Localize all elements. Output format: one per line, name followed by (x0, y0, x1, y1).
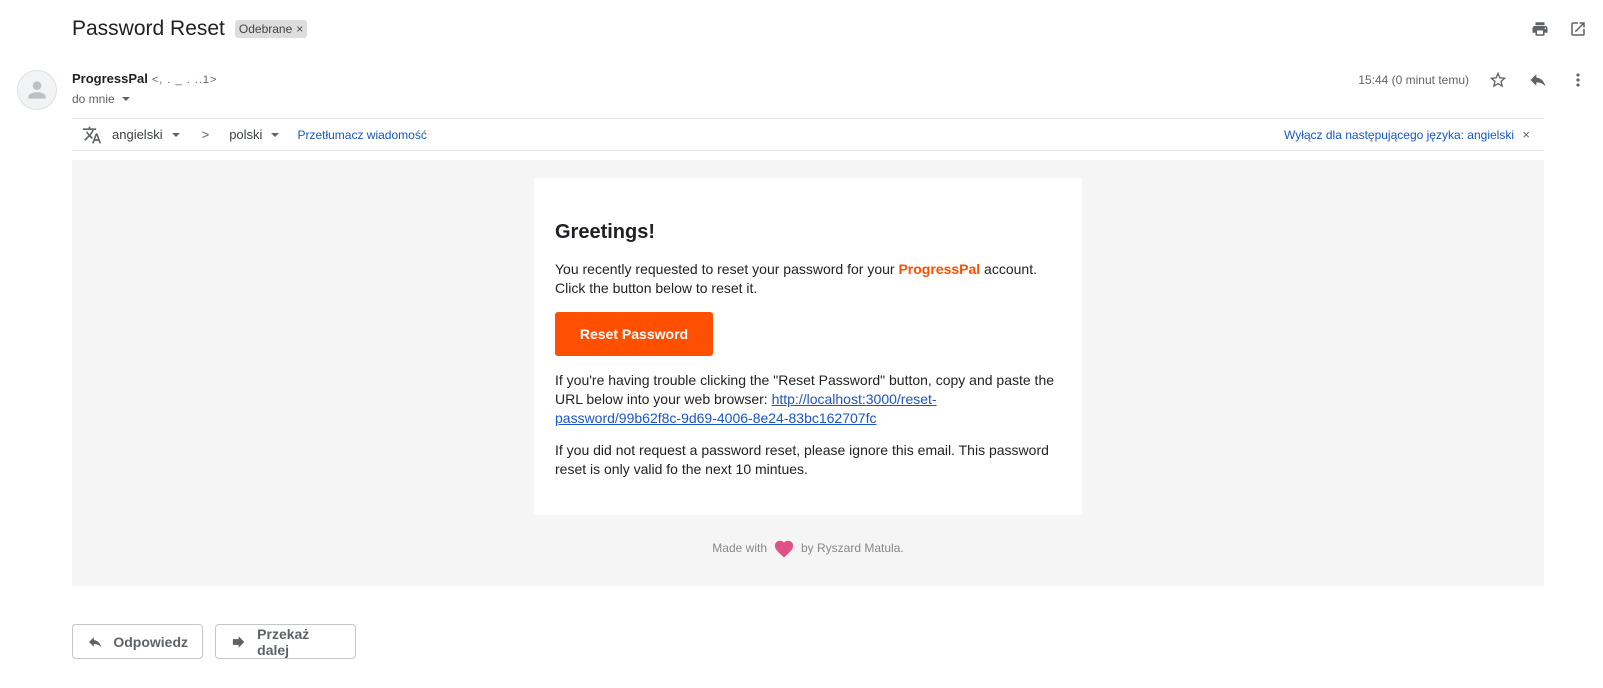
forward-icon (232, 635, 245, 648)
recipient-details-toggle[interactable]: do mnie (72, 92, 217, 106)
disable-translation-link[interactable]: Wyłącz dla następującego języka: angiels… (1284, 128, 1514, 142)
target-language-label: polski (229, 127, 263, 142)
sender-block: ProgressPal <, . _ . ..1> do mnie (72, 71, 217, 106)
chevron-down-icon (271, 132, 280, 137)
forward-button[interactable]: Przekaż dalej (215, 624, 356, 659)
email-ignore-paragraph: If you did not request a password reset,… (555, 442, 1049, 477)
reply-button-label: Odpowiedz (113, 633, 188, 650)
translate-icon (82, 126, 102, 143)
translate-bar: angielski > polski Przetłumacz wiadomość… (72, 118, 1544, 151)
footer-text-before: Made with (712, 541, 767, 555)
email-subject: Password Reset (72, 17, 225, 40)
reset-password-button[interactable]: Reset Password (555, 312, 713, 356)
email-card: Greetings! You recently requested to res… (534, 178, 1082, 515)
email-body: Greetings! You recently requested to res… (72, 160, 1544, 586)
intro-text: You recently requested to reset your pas… (555, 261, 899, 277)
chevron-down-icon (121, 97, 130, 101)
footer-text-after: by Ryszard Matula. (801, 541, 904, 555)
open-in-new-window-icon[interactable] (1567, 18, 1589, 40)
print-icon[interactable] (1529, 18, 1551, 40)
person-icon (28, 81, 46, 99)
forward-button-label: Przekaż dalej (257, 625, 310, 658)
recipient-label: do mnie (72, 92, 115, 106)
heart-icon (774, 540, 794, 558)
message-meta: 15:44 (0 minut temu) (1358, 68, 1589, 92)
email-intro-paragraph: You recently requested to reset your pas… (555, 260, 1061, 298)
reply-icon (89, 636, 102, 647)
sender-email: <, . _ . ..1> (151, 74, 218, 86)
remove-label-icon[interactable]: × (296, 22, 303, 36)
source-language-label: angielski (112, 127, 163, 142)
reply-icon[interactable] (1527, 69, 1549, 91)
email-footer: Made with by Ryszard Matula. (72, 538, 1544, 558)
label-chip-inbox[interactable]: Odebrane × (234, 20, 308, 38)
close-icon[interactable]: × (1522, 127, 1530, 142)
email-fallback-paragraph: If you're having trouble clicking the "R… (555, 371, 1061, 428)
star-icon[interactable] (1487, 69, 1509, 91)
top-toolbar (1529, 18, 1589, 40)
chevron-down-icon (171, 132, 180, 137)
source-language-select[interactable]: angielski (112, 127, 180, 142)
language-arrow-icon: > (201, 127, 210, 142)
target-language-select[interactable]: polski (229, 127, 280, 142)
brand-name: ProgressPal (898, 261, 981, 277)
sender-name[interactable]: ProgressPal (72, 71, 148, 86)
reply-button[interactable]: Odpowiedz (72, 624, 203, 659)
message-time: 15:44 (0 minut temu) (1358, 73, 1469, 87)
more-vert-icon[interactable] (1567, 69, 1589, 91)
sender-avatar[interactable] (17, 70, 57, 110)
translate-message-link[interactable]: Przetłumacz wiadomość (297, 128, 426, 142)
subject-row: Password Reset Odebrane × (72, 14, 308, 44)
email-greeting: Greetings! (555, 221, 656, 243)
message-actions: Odpowiedz Przekaż dalej (72, 624, 356, 659)
label-chip-text: Odebrane (238, 22, 293, 36)
